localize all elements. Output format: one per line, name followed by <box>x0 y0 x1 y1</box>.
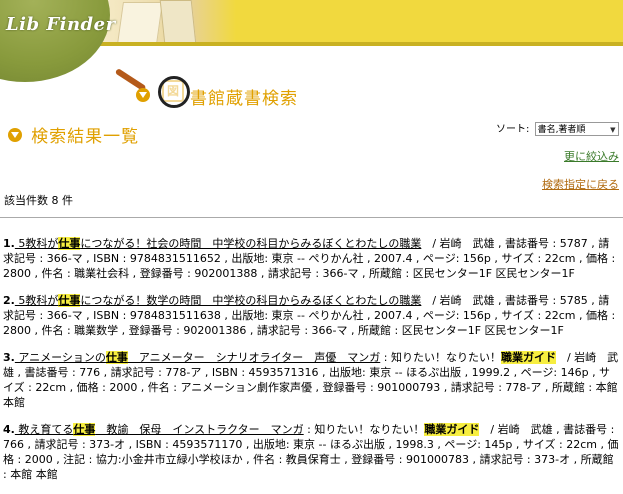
magnifier-icon <box>158 76 190 108</box>
keyword-highlight: 職業ガイド <box>424 423 480 436</box>
record-title-link[interactable]: 教え育てる仕事 教諭 保母 インストラクター マンガ <box>15 423 304 436</box>
keyword-highlight: 仕事 <box>73 423 96 436</box>
title-text: 5教科が <box>14 237 59 250</box>
logo-background <box>0 0 110 82</box>
page-title: 書館蔵書検索 <box>190 89 298 109</box>
results-list: 1. 5教科が仕事につながる！社会の時間 中学校の科目からみるぼくとわたしの職業… <box>3 236 620 494</box>
title-text: 5教科が <box>14 294 59 307</box>
back-to-search-link[interactable]: 検索指定に戻る <box>542 176 619 192</box>
triangle-down-icon <box>8 127 22 142</box>
list-item: 3. アニメーションの仕事 アニメーター シナリオライター 声優 マンガ : 知… <box>3 350 620 410</box>
result-count: 該当件数 8 件 <box>4 194 73 207</box>
record-subtitle: : 知りたい！なりたい！ <box>380 351 501 364</box>
divider <box>0 217 623 218</box>
list-item: 1. 5教科が仕事につながる！社会の時間 中学校の科目からみるぼくとわたしの職業… <box>3 236 620 281</box>
title-text: につながる！数学の時間 中学校の科目からみるぼくとわたしの職業 <box>80 294 422 307</box>
logo-text: Lib Finder <box>6 14 116 35</box>
list-item: 4. 教え育てる仕事 教諭 保母 インストラクター マンガ : 知りたい！なりた… <box>3 422 620 482</box>
header-book-decoration <box>117 2 163 44</box>
sort-select[interactable]: 書名,著者順 <box>534 122 619 137</box>
record-title-link[interactable]: アニメーションの仕事 アニメーター シナリオライター 声優 マンガ <box>15 351 380 364</box>
record-subtitle: : 知りたい！なりたい！ <box>303 423 425 436</box>
results-title: 検索結果一覧 <box>31 127 140 147</box>
title-text: アニメーションの <box>14 351 106 364</box>
record-number: 3. <box>3 351 15 364</box>
record-title-link[interactable]: 5教科が仕事につながる！社会の時間 中学校の科目からみるぼくとわたしの職業 <box>14 237 422 250</box>
title-text: につながる！社会の時間 中学校の科目からみるぼくとわたしの職業 <box>80 237 422 250</box>
record-title-link[interactable]: 5教科が仕事につながる！数学の時間 中学校の科目からみるぼくとわたしの職業 <box>14 294 422 307</box>
triangle-down-icon <box>136 88 150 102</box>
record-number: 4. <box>3 423 15 436</box>
title-text: 教え育てる <box>14 423 74 436</box>
keyword-highlight: 仕事 <box>58 294 81 307</box>
sort-control: ソート: 書名,著者順 <box>496 120 619 137</box>
record-number: 1. <box>3 237 15 250</box>
sort-selected-value: 書名,著者順 <box>537 125 586 135</box>
header-book-decoration <box>159 0 197 44</box>
logo[interactable]: Lib Finder <box>0 0 120 84</box>
results-heading: 検索結果一覧 <box>8 122 139 147</box>
sort-label: ソート: <box>496 124 530 135</box>
title-text: 教諭 保母 インストラクター マンガ <box>95 423 304 436</box>
library-search-title: 図 書館蔵書検索 <box>114 62 338 109</box>
title-text: アニメーター シナリオライター 声優 マンガ <box>127 351 381 364</box>
record-number: 2. <box>3 294 15 307</box>
keyword-highlight: 仕事 <box>105 351 128 364</box>
keyword-highlight: 職業ガイド <box>500 351 556 364</box>
list-item: 2. 5教科が仕事につながる！数学の時間 中学校の科目からみるぼくとわたしの職業… <box>3 293 620 338</box>
keyword-highlight: 仕事 <box>58 237 81 250</box>
narrow-search-link[interactable]: 更に絞込み <box>564 148 619 164</box>
